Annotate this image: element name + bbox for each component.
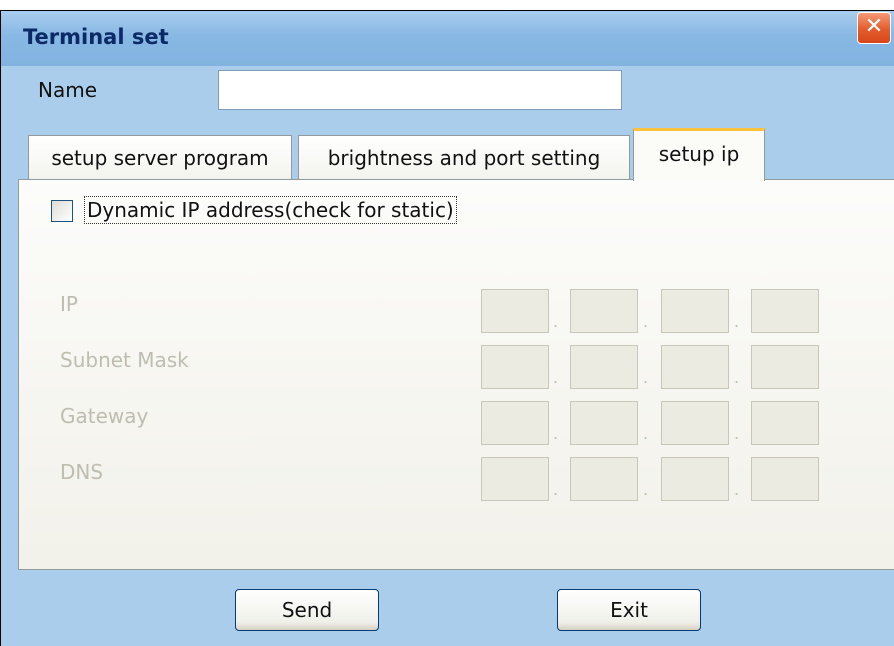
subnet-mask-separator: . [553,368,559,387]
dns-octet-4[interactable] [751,457,819,501]
exit-button[interactable]: Exit [557,589,701,631]
name-input[interactable] [218,70,622,110]
subnet-mask-octet-4[interactable] [751,345,819,389]
send-button[interactable]: Send [235,589,379,631]
subnet-mask-separator: . [734,368,740,387]
name-label: Name [38,78,98,102]
window-title: Terminal set [23,25,169,49]
ip-octet-1[interactable] [481,289,549,333]
dns-octet-2[interactable] [570,457,638,501]
dns-label: DNS [60,460,104,484]
gateway-octet-1[interactable] [481,401,549,445]
close-button[interactable]: ✕ [857,12,891,44]
ip-octet-2[interactable] [570,289,638,333]
dynamic-ip-checkbox[interactable] [51,200,73,222]
gateway-label: Gateway [60,404,149,428]
gateway-octet-4[interactable] [751,401,819,445]
dns-separator: . [553,480,559,499]
close-icon: ✕ [864,14,884,39]
gateway-octet-2[interactable] [570,401,638,445]
tab-setup-ip[interactable]: setup ip [633,128,765,181]
gateway-separator: . [734,424,740,443]
tab-brightness-and-port-setting[interactable]: brightness and port setting [298,135,630,179]
subnet-mask-octet-2[interactable] [570,345,638,389]
ip-separator: . [643,312,649,331]
ip-octet-4[interactable] [751,289,819,333]
subnet-mask-separator: . [643,368,649,387]
gateway-octet-3[interactable] [661,401,729,445]
title-bar[interactable]: Terminal set [1,11,894,66]
ip-label: IP [60,292,78,316]
dns-separator: . [734,480,740,499]
dns-octet-1[interactable] [481,457,549,501]
subnet-mask-label: Subnet Mask [60,348,189,372]
tab-setup-server-program[interactable]: setup server program [28,135,292,179]
dns-separator: . [643,480,649,499]
ip-separator: . [734,312,740,331]
subnet-mask-octet-3[interactable] [661,345,729,389]
gateway-separator: . [553,424,559,443]
dynamic-ip-checkbox-label[interactable]: Dynamic IP address(check for static) [84,196,457,224]
ip-octet-3[interactable] [661,289,729,333]
gateway-separator: . [643,424,649,443]
dns-octet-3[interactable] [661,457,729,501]
ip-separator: . [553,312,559,331]
subnet-mask-octet-1[interactable] [481,345,549,389]
